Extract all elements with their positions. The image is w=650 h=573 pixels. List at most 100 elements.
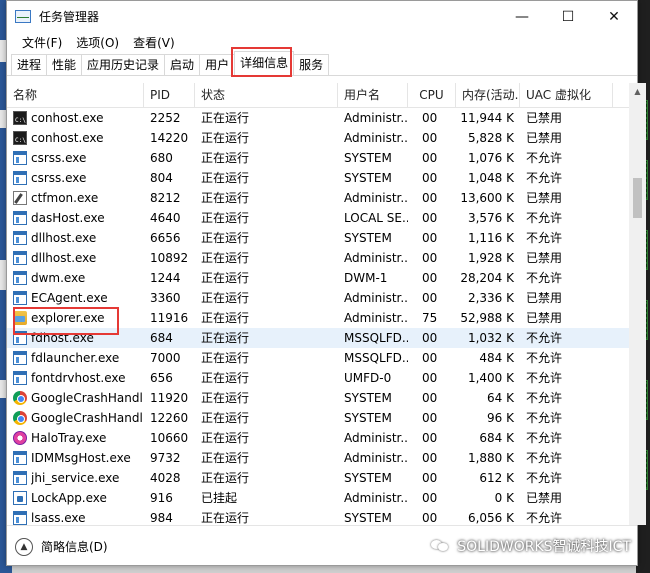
cpu-cell: 00 bbox=[422, 471, 438, 485]
pid-cell: 14220 bbox=[150, 131, 189, 145]
table-row[interactable]: jhi_service.exe 4028 正在运行 SYSTEM 00 612 K 不允许 bbox=[7, 468, 637, 488]
table-row[interactable]: lsass.exe 984 正在运行 SYSTEM 00 6,056 K 不允许 bbox=[7, 508, 637, 525]
lock-icon bbox=[13, 491, 27, 505]
table-row[interactable]: ctfmon.exe 8212 正在运行 Administr... 00 13,600 K… bbox=[7, 188, 637, 208]
column-header-uac[interactable]: UAC 虚拟化 bbox=[520, 83, 613, 108]
column-header-name[interactable]: 名称 bbox=[7, 83, 144, 108]
memory-cell: 28,204 K bbox=[460, 271, 514, 285]
window-icon bbox=[13, 231, 27, 245]
close-button[interactable]: ✕ bbox=[591, 1, 637, 32]
uac-cell: 不允许 bbox=[526, 511, 563, 525]
user-cell: SYSTEM bbox=[344, 411, 392, 425]
scroll-up-arrow-icon[interactable]: ▲ bbox=[629, 83, 646, 100]
table-row[interactable]: conhost.exe 14220 正在运行 Administr... 00 5,828 … bbox=[7, 128, 637, 148]
tab-performance[interactable]: 性能 bbox=[46, 54, 83, 75]
cpu-cell: 00 bbox=[422, 291, 438, 305]
table-row[interactable]: fontdrvhost.exe 656 正在运行 UMFD-0 00 1,400 K 不允许 bbox=[7, 368, 637, 388]
tab-users[interactable]: 用户 bbox=[199, 54, 236, 75]
tab-app-history[interactable]: 应用历史记录 bbox=[81, 54, 166, 75]
status-cell: 正在运行 bbox=[201, 431, 250, 445]
uac-cell: 不允许 bbox=[526, 451, 563, 465]
column-header-pid[interactable]: PID bbox=[144, 83, 195, 108]
uac-cell: 已禁用 bbox=[526, 111, 563, 125]
user-cell: DWM-1 bbox=[344, 271, 388, 285]
process-name: csrss.exe bbox=[31, 151, 87, 165]
user-cell: Administr... bbox=[344, 311, 408, 325]
memory-cell: 684 K bbox=[479, 431, 514, 445]
minimize-button[interactable]: — bbox=[499, 1, 545, 32]
process-name-cell: conhost.exe bbox=[7, 128, 144, 148]
table-row[interactable]: dllhost.exe 10892 正在运行 Administr... 00 1,928 … bbox=[7, 248, 637, 268]
menu-view[interactable]: 查看(V) bbox=[126, 34, 182, 51]
menu-options[interactable]: 选项(O) bbox=[69, 34, 126, 51]
window-icon bbox=[13, 271, 27, 285]
table-row[interactable]: ECAgent.exe 3360 正在运行 Administr... 00 2,336 K… bbox=[7, 288, 637, 308]
table-row[interactable]: GoogleCrashHandl... 11920 正在运行 SYSTEM 00 64 K… bbox=[7, 388, 637, 408]
process-name: dwm.exe bbox=[31, 271, 86, 285]
memory-cell: 484 K bbox=[479, 351, 514, 365]
memory-cell: 1,116 K bbox=[467, 231, 514, 245]
console-icon bbox=[13, 111, 27, 128]
table-row[interactable]: conhost.exe 2252 正在运行 Administr... 00 11,944 … bbox=[7, 108, 637, 128]
window-title: 任务管理器 bbox=[39, 10, 100, 24]
table-row[interactable]: csrss.exe 680 正在运行 SYSTEM 00 1,076 K 不允许 bbox=[7, 148, 637, 168]
pid-cell: 4028 bbox=[150, 471, 181, 485]
table-row[interactable]: dasHost.exe 4640 正在运行 LOCAL SE... 00 3,576 K 不… bbox=[7, 208, 637, 228]
status-cell: 正在运行 bbox=[201, 311, 250, 325]
cpu-cell: 00 bbox=[422, 351, 438, 365]
fewer-details-button[interactable]: ▲ 简略信息(D) bbox=[15, 537, 108, 556]
tab-startup[interactable]: 启动 bbox=[164, 54, 201, 75]
memory-cell: 1,400 K bbox=[467, 371, 514, 385]
uac-cell: 不允许 bbox=[526, 331, 563, 345]
process-name: ctfmon.exe bbox=[31, 191, 99, 205]
menu-file[interactable]: 文件(F) bbox=[15, 34, 69, 51]
process-name-cell: conhost.exe bbox=[7, 108, 144, 128]
table-row[interactable]: IDMMsgHost.exe 9732 正在运行 Administr... 00 1,88… bbox=[7, 448, 637, 468]
memory-cell: 1,928 K bbox=[467, 251, 514, 265]
process-name-cell: ECAgent.exe bbox=[7, 288, 144, 308]
status-cell: 正在运行 bbox=[201, 171, 250, 185]
maximize-button[interactable]: ☐ bbox=[545, 1, 591, 32]
table-row[interactable]: dllhost.exe 6656 正在运行 SYSTEM 00 1,116 K 不允许 bbox=[7, 228, 637, 248]
vertical-scrollbar[interactable]: ▲ bbox=[629, 83, 646, 525]
table-row[interactable]: fdlauncher.exe 7000 正在运行 MSSQLFD... 00 484 K 不… bbox=[7, 348, 637, 368]
cpu-cell: 00 bbox=[422, 211, 438, 225]
process-name-cell: GoogleCrashHandl... bbox=[7, 388, 144, 408]
user-cell: SYSTEM bbox=[344, 171, 392, 185]
table-row[interactable]: HaloTray.exe 10660 正在运行 Administr... 00 684 K… bbox=[7, 428, 637, 448]
process-name-cell: fdlauncher.exe bbox=[7, 348, 144, 368]
table-row[interactable]: GoogleCrashHandl... 12260 正在运行 SYSTEM 00 96 K… bbox=[7, 408, 637, 428]
status-cell: 正在运行 bbox=[201, 471, 250, 485]
user-cell: MSSQLFD... bbox=[344, 331, 408, 345]
process-name: conhost.exe bbox=[31, 111, 104, 125]
user-cell: Administr... bbox=[344, 431, 408, 445]
memory-cell: 5,828 K bbox=[467, 131, 514, 145]
window-icon bbox=[13, 451, 27, 465]
cpu-cell: 75 bbox=[422, 311, 438, 325]
uac-cell: 不允许 bbox=[526, 371, 563, 385]
column-header-user[interactable]: 用户名 bbox=[338, 83, 408, 108]
column-header-memory[interactable]: 内存(活动... bbox=[456, 83, 520, 108]
process-name-cell: csrss.exe bbox=[7, 168, 144, 188]
halo-icon bbox=[13, 431, 27, 445]
status-cell: 正在运行 bbox=[201, 131, 250, 145]
column-header-status[interactable]: 状态 bbox=[195, 83, 338, 108]
user-cell: Administr... bbox=[344, 111, 408, 125]
table-row[interactable]: LockApp.exe 916 已挂起 Administr... 00 0 K 已禁用 bbox=[7, 488, 637, 508]
uac-cell: 不允许 bbox=[526, 391, 563, 405]
table-row[interactable]: csrss.exe 804 正在运行 SYSTEM 00 1,048 K 不允许 bbox=[7, 168, 637, 188]
column-header-cpu[interactable]: CPU bbox=[408, 83, 456, 108]
explorer-highlight-box bbox=[13, 307, 119, 335]
uac-cell: 已禁用 bbox=[526, 251, 563, 265]
status-cell: 正在运行 bbox=[201, 511, 250, 525]
status-cell: 正在运行 bbox=[201, 411, 250, 425]
cpu-cell: 00 bbox=[422, 331, 438, 345]
user-cell: Administr... bbox=[344, 251, 408, 265]
status-cell: 正在运行 bbox=[201, 271, 250, 285]
scroll-thumb[interactable] bbox=[633, 178, 642, 218]
process-name-cell: fontdrvhost.exe bbox=[7, 368, 144, 388]
tab-services[interactable]: 服务 bbox=[293, 54, 330, 75]
tab-processes[interactable]: 进程 bbox=[11, 54, 48, 75]
process-name-cell: lsass.exe bbox=[7, 508, 144, 525]
table-row[interactable]: dwm.exe 1244 正在运行 DWM-1 00 28,204 K 不允许 bbox=[7, 268, 637, 288]
